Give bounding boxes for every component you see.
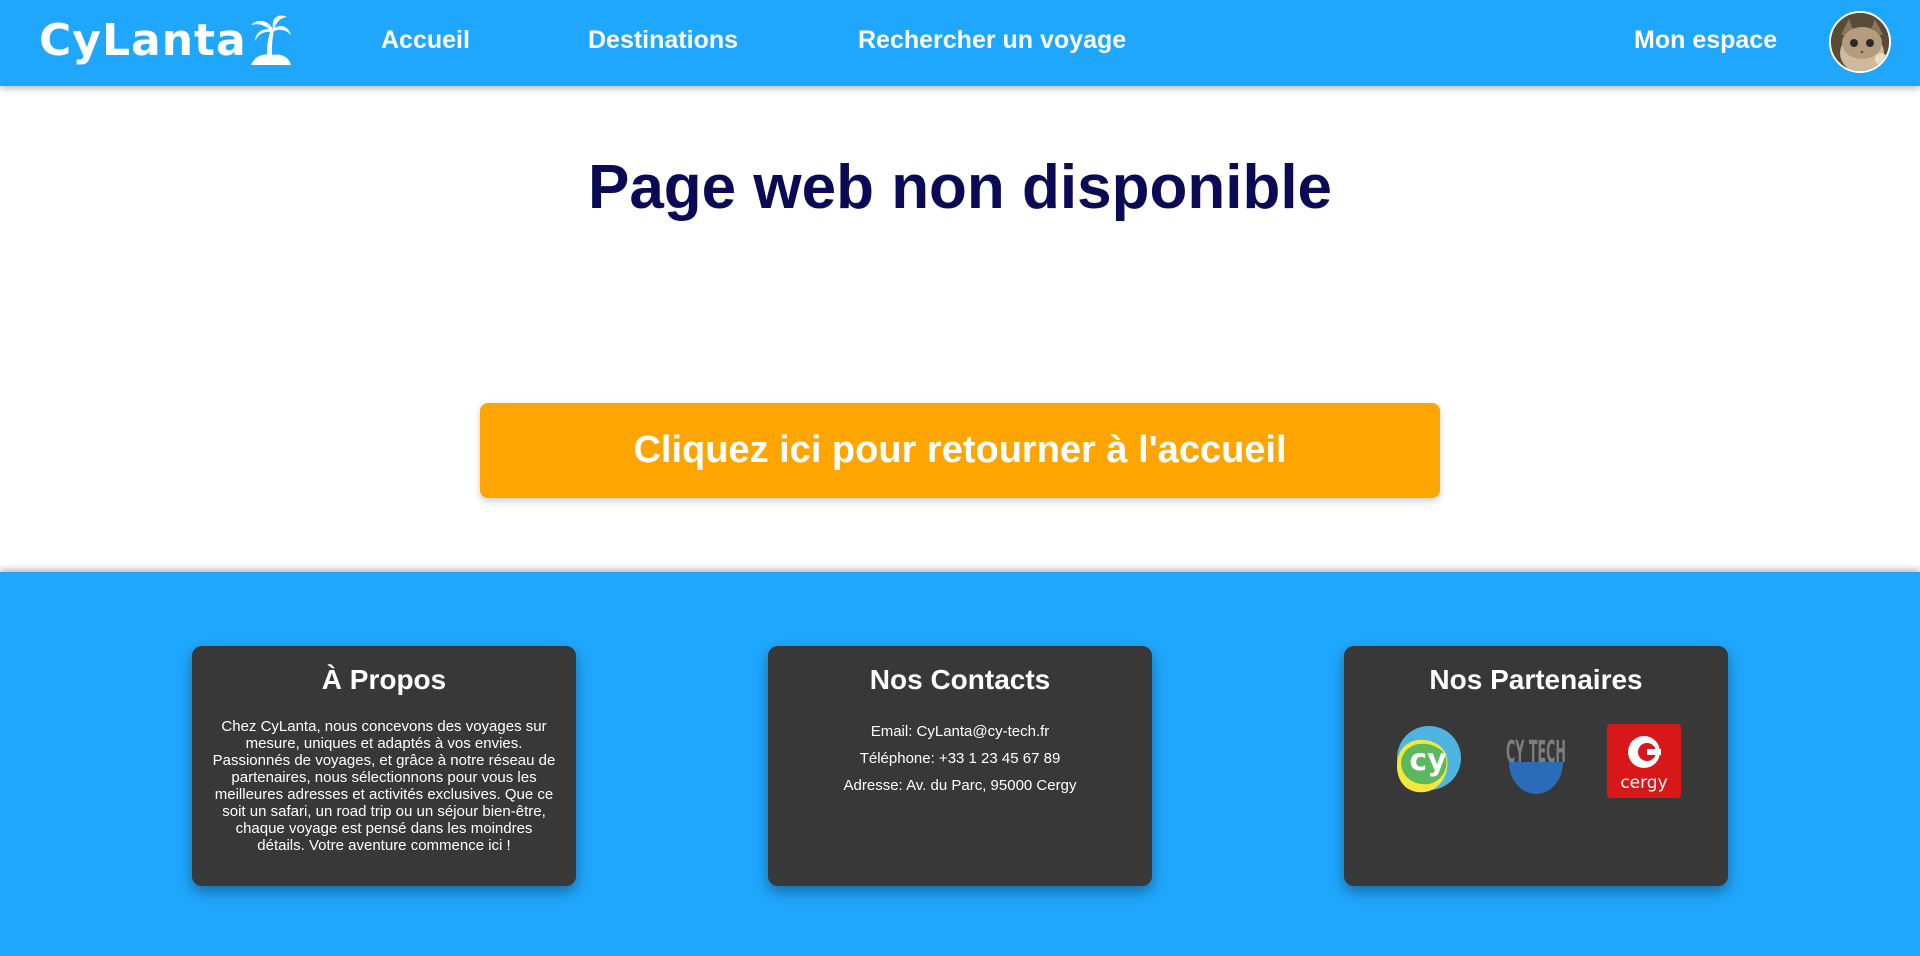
contacts-card: Nos Contacts Email: CyLanta@cy-tech.fr T… (768, 646, 1152, 886)
about-card: À Propos Chez CyLanta, nous concevons de… (192, 646, 576, 886)
user-avatar[interactable] (1829, 11, 1891, 73)
cergy-logo-text: cergy (1620, 773, 1667, 793)
contact-address: Adresse: Av. du Parc, 95000 Cergy (843, 777, 1077, 794)
contact-email: Email: CyLanta@cy-tech.fr (870, 723, 1050, 740)
partner-logos: cy CY TECH cergy (1362, 722, 1710, 800)
return-home-button[interactable]: Cliquez ici pour retourner à l'accueil (480, 403, 1440, 498)
nav-accueil[interactable]: Accueil (381, 26, 470, 55)
top-navbar: CyLanta Accueil Destinations Rechercher … (0, 0, 1920, 86)
cergy-logo-icon[interactable]: cergy (1605, 722, 1683, 800)
nav-destinations[interactable]: Destinations (588, 26, 738, 55)
contacts-title: Nos Contacts (869, 664, 1051, 695)
cy-logo-text: cy (1409, 743, 1447, 778)
contact-phone: Téléphone: +33 1 23 45 67 89 (859, 750, 1061, 767)
cat-avatar-icon (1831, 13, 1889, 71)
about-title: À Propos (321, 664, 447, 695)
cy-tech-logo-icon[interactable]: CY TECH (1497, 722, 1575, 800)
nav-mon-espace[interactable]: Mon espace (1634, 26, 1777, 55)
palm-island-icon (250, 15, 291, 65)
brand-logo[interactable]: CyLanta (39, 14, 291, 66)
about-text: Chez CyLanta, nous concevons des voyages… (212, 718, 556, 854)
partners-title: Nos Partenaires (1429, 664, 1643, 695)
footer: À Propos Chez CyLanta, nous concevons de… (0, 572, 1920, 956)
brand-name: CyLanta (39, 14, 247, 66)
partners-card: Nos Partenaires cy CY TECH cergy (1344, 646, 1728, 886)
cy-logo-icon[interactable]: cy (1389, 722, 1467, 800)
nav-rechercher-voyage[interactable]: Rechercher un voyage (858, 26, 1126, 55)
page-title: Page web non disponible (587, 153, 1333, 222)
cy-tech-logo-text: CY TECH (1506, 735, 1566, 770)
